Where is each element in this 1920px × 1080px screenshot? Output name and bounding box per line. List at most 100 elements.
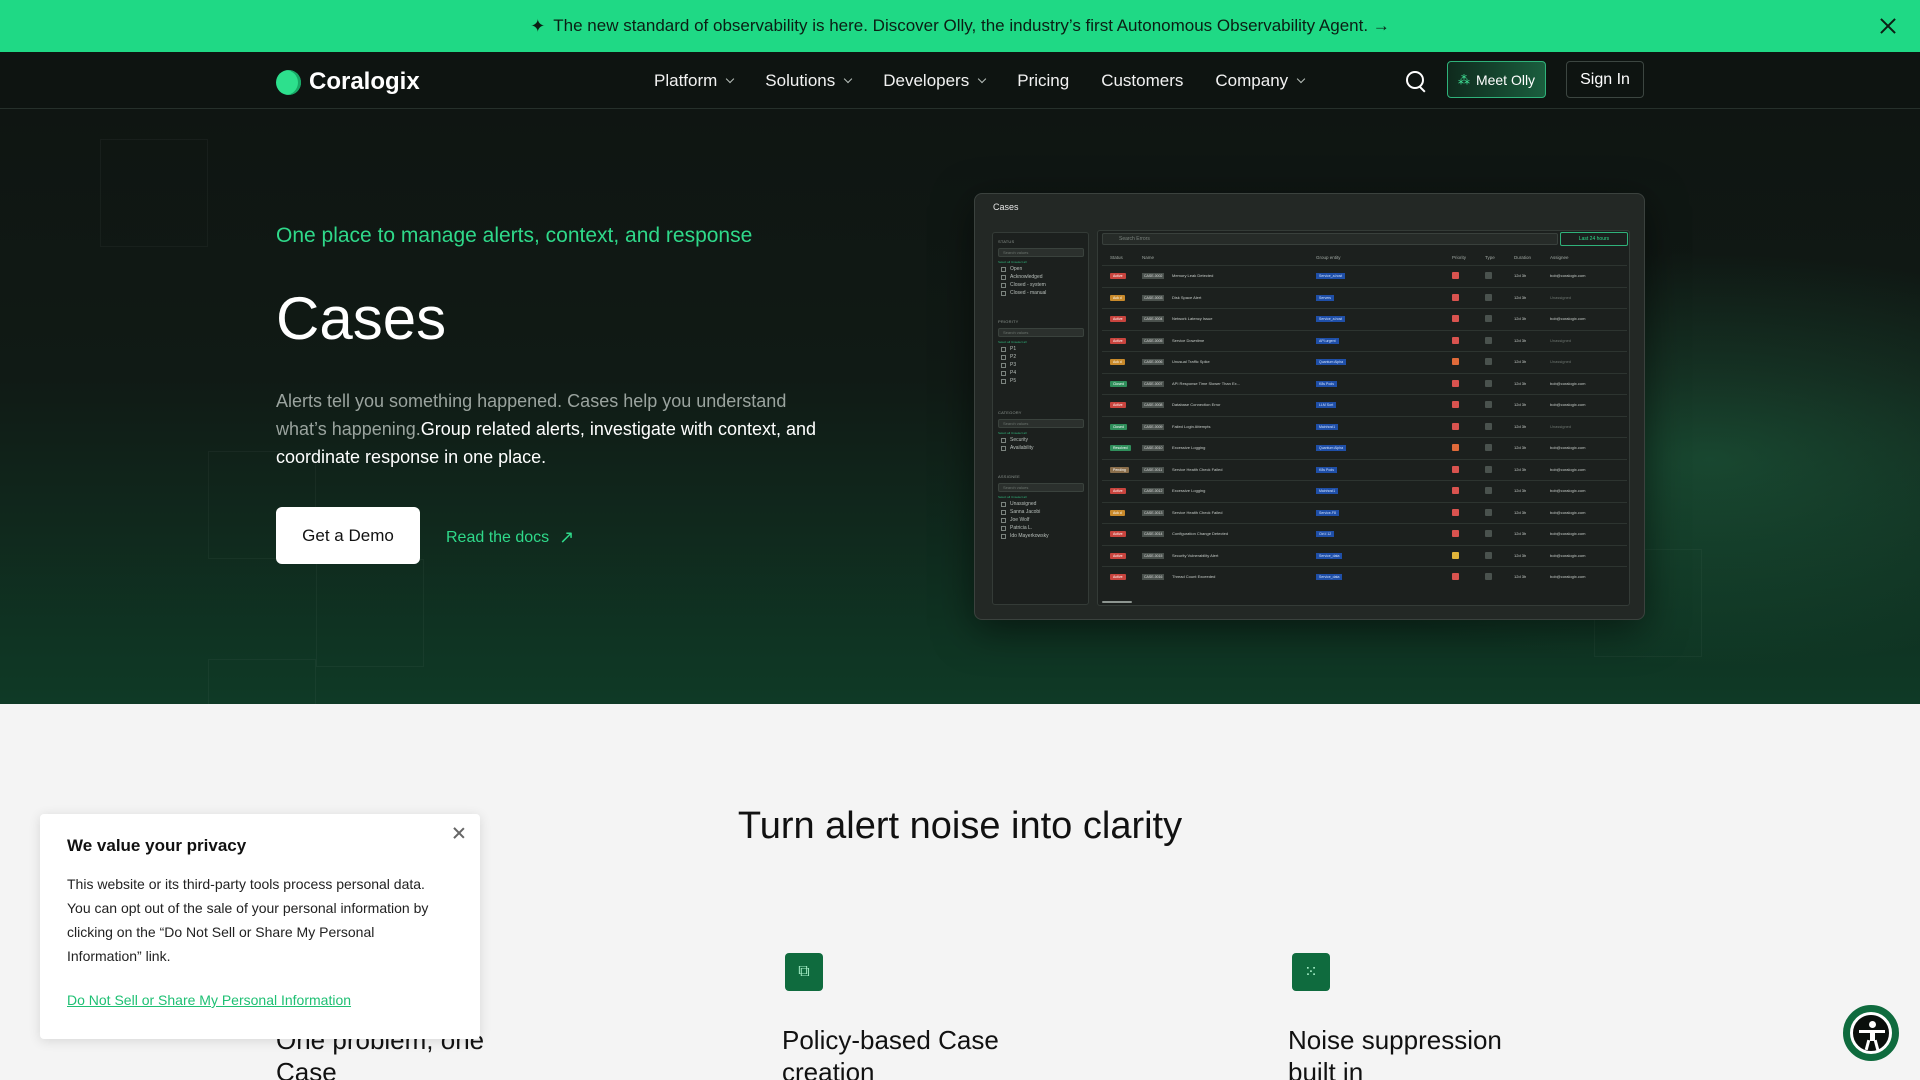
case-id: CASE-0012 xyxy=(1142,488,1165,494)
group-entity: Mainhost1 xyxy=(1316,488,1339,494)
accessibility-button[interactable] xyxy=(1843,1005,1899,1061)
status-badge: Ack d xyxy=(1110,509,1125,516)
search-icon[interactable] xyxy=(1404,69,1428,93)
column-header: Priority xyxy=(1452,255,1467,260)
sign-in-button[interactable]: Sign In xyxy=(1566,61,1644,98)
case-name: Excessive Logging xyxy=(1172,488,1206,493)
policy-icon: ⧉ xyxy=(785,953,823,991)
feature-title-policy: Policy-based Case creation xyxy=(782,1025,999,1080)
assignee: bob@coralogix.com xyxy=(1550,445,1586,450)
group-entity: Ctrl.f.12 xyxy=(1316,531,1335,537)
table-row: Closed CASE-0009 Failed Login Attempts Main… xyxy=(1102,415,1627,437)
priority-badge xyxy=(1452,293,1459,301)
table-row: Ack d CASE-0006 Unusual Traffic Spike Quant… xyxy=(1102,351,1627,372)
priority-badge xyxy=(1452,358,1459,365)
table-row: Active CASE-0014 Configuration Change Dete… xyxy=(1102,523,1627,544)
get-demo-button[interactable]: Get a Demo xyxy=(276,507,420,564)
filter-option: Ido Mayerkowsky xyxy=(998,533,1084,539)
table-row: Closed CASE-0007 API Response Time Slower … xyxy=(1102,372,1627,394)
duration: 12d 3h xyxy=(1514,423,1527,429)
duration: 12d 3h xyxy=(1514,359,1527,364)
group-entity: Mainhost1 xyxy=(1316,423,1339,430)
logo[interactable]: Coralogix xyxy=(276,68,420,96)
filter-option: P1 xyxy=(998,346,1084,352)
mock-title: Cases xyxy=(993,202,1019,212)
page-title: Cases xyxy=(276,285,447,352)
hero-eyebrow: One place to manage alerts, context, and… xyxy=(276,224,753,247)
priority-badge xyxy=(1452,272,1459,279)
filter-option: P2 xyxy=(998,354,1084,360)
case-id: CASE-0011 xyxy=(1142,466,1165,473)
type-icon xyxy=(1485,551,1492,559)
duration: 12d 3h xyxy=(1514,316,1527,321)
duration: 12d 3h xyxy=(1514,466,1527,472)
olly-icon: ⁂ xyxy=(1457,72,1470,87)
grid-square xyxy=(208,659,316,704)
nav-item-company[interactable]: Company xyxy=(1215,71,1306,91)
case-name: Thread Count Exceeded xyxy=(1172,574,1216,579)
assignee: Unassigned xyxy=(1550,337,1572,343)
group-entity: Service_a.host xyxy=(1316,273,1346,279)
type-icon xyxy=(1485,530,1492,537)
type-icon xyxy=(1485,401,1492,408)
status-badge: Ack d xyxy=(1110,359,1125,365)
announcement-bar[interactable]: ✦ The new standard of observability is h… xyxy=(0,0,1920,52)
duration: 12d 3h xyxy=(1514,402,1527,407)
filter-select-all: Select all Unselect all xyxy=(998,340,1027,344)
hero-section: One place to manage alerts, context, and… xyxy=(0,109,1920,704)
table-row: Resolved CASE-0010 Excessive Logging Quantu… xyxy=(1102,437,1627,458)
status-badge: Active xyxy=(1110,337,1126,344)
meet-olly-button[interactable]: ⁂ Meet Olly xyxy=(1447,61,1546,98)
priority-badge xyxy=(1452,315,1459,322)
filter-label: ASSIGNEE xyxy=(998,474,1021,479)
priority-badge xyxy=(1452,551,1459,559)
accessibility-icon xyxy=(1850,1012,1892,1054)
filter-option: P4 xyxy=(998,370,1084,376)
group-entity: Service_a.host xyxy=(1316,316,1346,322)
column-header: Assignee xyxy=(1550,255,1569,260)
filter-option: P3 xyxy=(998,362,1084,368)
nav-item-pricing[interactable]: Pricing xyxy=(1017,71,1069,91)
case-name: Configuration Change Detected xyxy=(1172,531,1229,536)
assignee: bob@coralogix.com xyxy=(1550,552,1586,558)
group-entity: Quantum Alpha xyxy=(1316,359,1347,365)
close-icon[interactable] xyxy=(1876,14,1900,38)
duration: 12d 3h xyxy=(1514,337,1527,343)
case-name: Network Latency Issue xyxy=(1172,316,1213,321)
filter-option: Unassigned xyxy=(998,501,1084,507)
assignee: bob@coralogix.com xyxy=(1550,531,1586,536)
table-row: Active CASE-0008 Database Connection Error… xyxy=(1102,394,1627,415)
nav-item-solutions[interactable]: Solutions xyxy=(765,71,853,91)
duration: 12d 3h xyxy=(1514,531,1527,536)
meet-olly-label: Meet Olly xyxy=(1475,71,1536,88)
filter-option: Open xyxy=(998,266,1084,272)
filter-label: STATUS xyxy=(998,239,1015,244)
table-row: Active CASE-0015 Security Vulnerability Al… xyxy=(1102,544,1627,566)
announcement-text[interactable]: The new standard of observability is her… xyxy=(553,16,1390,36)
nav-item-platform[interactable]: Platform xyxy=(654,71,735,91)
nav-item-developers[interactable]: Developers xyxy=(883,71,987,91)
case-name: Database Connection Error xyxy=(1172,402,1221,407)
privacy-dialog: We value your privacy This website or it… xyxy=(40,814,480,1039)
close-icon[interactable] xyxy=(452,826,466,840)
filter-group: PRIORITY Search values Select all Unselect… xyxy=(998,319,1084,384)
do-not-sell-link[interactable]: Do Not Sell or Share My Personal Informa… xyxy=(67,992,351,1008)
nav-label: Customers xyxy=(1101,70,1184,90)
logo-text: Coralogix xyxy=(309,68,420,95)
chevron-down-icon xyxy=(843,74,853,84)
scrollbar xyxy=(1102,601,1132,603)
group-entity: LLM Sort xyxy=(1316,402,1337,408)
filter-label: CATEGORY xyxy=(998,410,1022,415)
status-badge: Active xyxy=(1110,316,1126,322)
read-docs-link[interactable]: Read the docs ↗ xyxy=(446,527,574,548)
filter-option: Closed - system xyxy=(998,282,1084,288)
type-icon xyxy=(1485,272,1492,279)
group-entity: K8s Pods xyxy=(1316,380,1337,387)
case-name: Failed Login Attempts xyxy=(1172,423,1211,429)
group-entity: Service-F8 xyxy=(1316,509,1339,516)
nav-item-customers[interactable]: Customers xyxy=(1101,71,1183,91)
feature-title-noise: Noise suppression built in xyxy=(1288,1025,1502,1080)
table-header: Status Name Group entity Priority Type Durati… xyxy=(1102,251,1627,265)
assignee: Unassigned xyxy=(1550,359,1572,364)
priority-badge xyxy=(1452,573,1459,580)
